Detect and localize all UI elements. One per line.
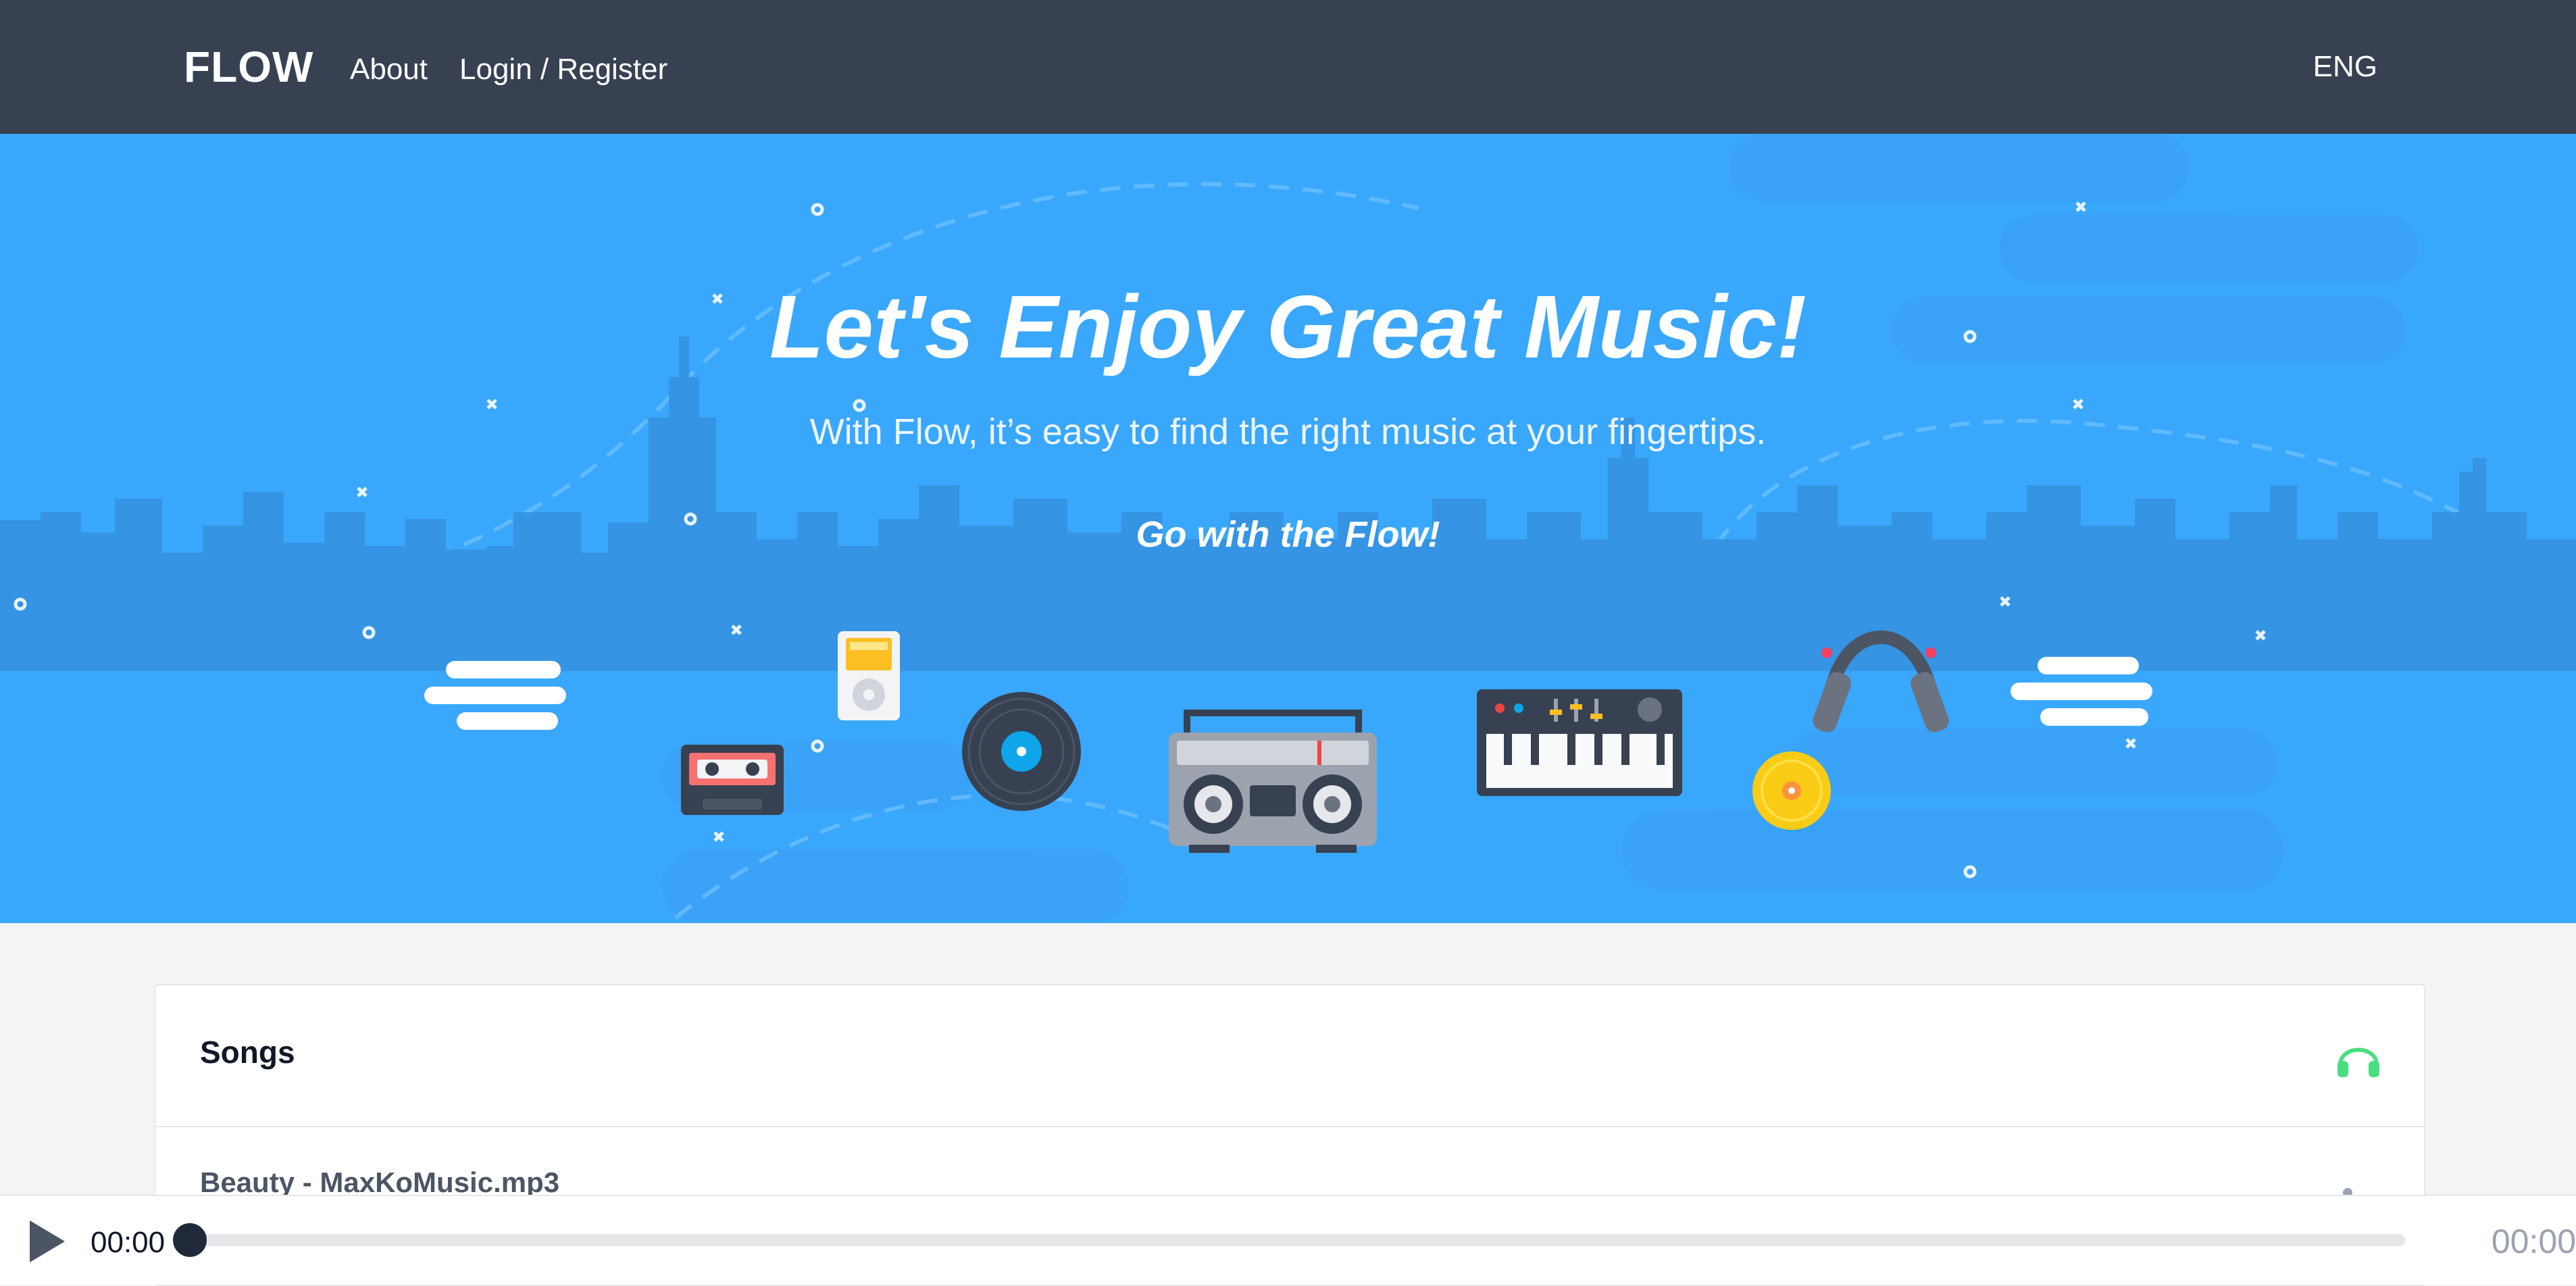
total-time: 00:00	[2491, 1222, 2576, 1260]
vinyl-record-icon	[962, 692, 1081, 811]
cd-icon	[1752, 751, 1831, 830]
song-list-item[interactable]: Beauty - MaxKoMusic.mp3	[200, 1166, 559, 1199]
headphones-icon	[2338, 1047, 2379, 1077]
hero-title: Let's Enjoy Great Music!	[769, 277, 1807, 376]
songs-card-header: Songs	[155, 985, 2424, 1127]
cassette-icon	[681, 745, 784, 815]
hero-tagline: Go with the Flow!	[1136, 514, 1440, 555]
top-navbar: FLOW About Login / Register ENG	[0, 0, 2576, 134]
songs-title: Songs	[200, 1035, 295, 1070]
audio-player-bar: 00:00 00:00	[0, 1195, 2576, 1285]
progress-bar[interactable]	[184, 1234, 2405, 1246]
nav-login-register-link[interactable]: Login / Register	[459, 53, 667, 86]
ipod-icon	[838, 631, 900, 720]
language-selector[interactable]: ENG	[2313, 50, 2377, 84]
play-icon[interactable]	[27, 1218, 68, 1265]
hero-subtitle: With Flow, it’s easy to find the right m…	[809, 412, 1767, 452]
brand-logo[interactable]: FLOW	[184, 42, 313, 92]
hero-banner: Let's Enjoy Great Music! With Flow, it’s…	[0, 134, 2576, 923]
current-time: 00:00	[91, 1226, 166, 1259]
boombox-icon	[1169, 710, 1377, 853]
city-skyline-decoration	[0, 337, 2576, 671]
cloud-icon	[424, 661, 566, 730]
nav-about-link[interactable]: About	[350, 53, 428, 86]
synthesizer-icon	[1477, 689, 1682, 796]
progress-handle[interactable]	[173, 1223, 207, 1257]
